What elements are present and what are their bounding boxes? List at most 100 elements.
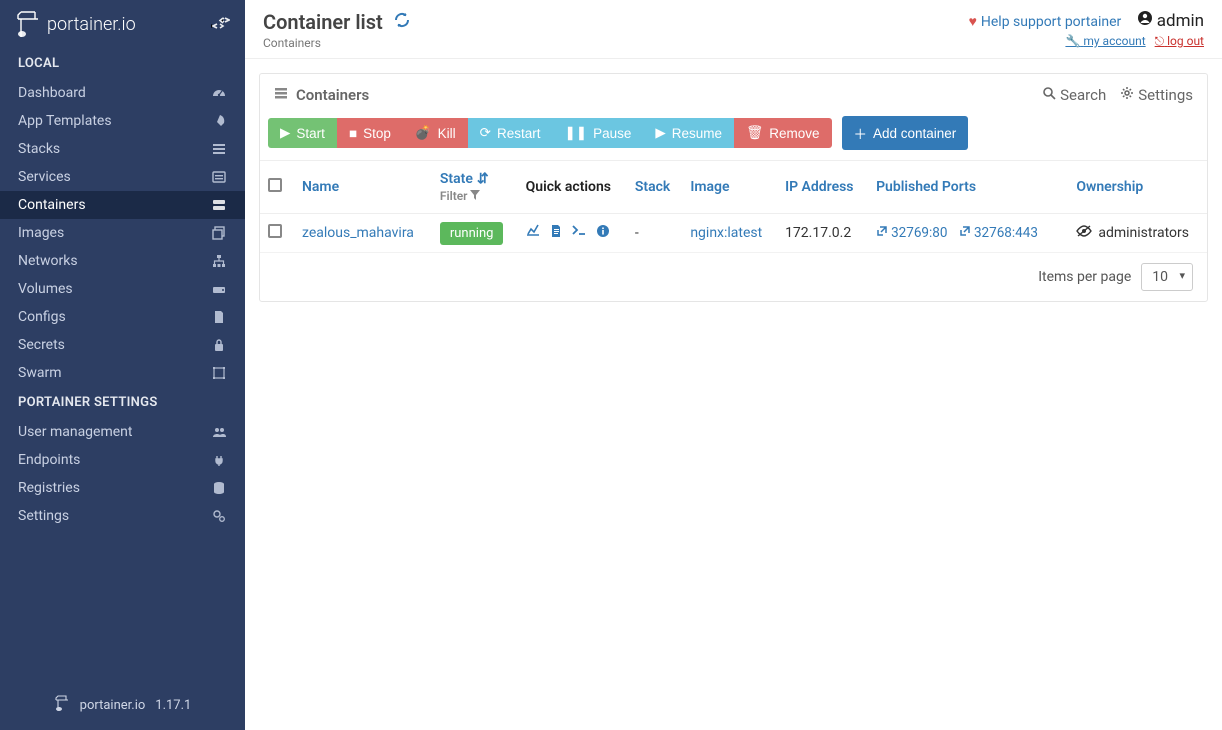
plus-icon: ＋ xyxy=(854,123,868,143)
logout-link[interactable]: ⎋ log out xyxy=(1155,34,1204,48)
ip-cell: 172.17.0.2 xyxy=(777,214,868,253)
sidebar-header: portainer.io xyxy=(0,0,245,48)
kill-button[interactable]: 💣Kill xyxy=(403,118,468,148)
header: Container list Containers ♥ Help support… xyxy=(245,0,1222,59)
col-ports[interactable]: Published Ports xyxy=(876,179,976,195)
pager: Items per page 10 xyxy=(260,253,1207,301)
owner-cell: administrators xyxy=(1076,225,1189,241)
refresh-icon[interactable] xyxy=(393,11,411,33)
support-link[interactable]: ♥ Help support portainer xyxy=(969,13,1122,30)
play-icon: ▶ xyxy=(280,125,290,141)
col-owner[interactable]: Ownership xyxy=(1076,179,1143,195)
filter-icon xyxy=(470,189,480,203)
bomb-icon: 💣 xyxy=(415,125,432,141)
sidebar-item-volumes[interactable]: Volumes xyxy=(0,275,245,303)
panel-icon xyxy=(274,86,288,104)
col-stack[interactable]: Stack xyxy=(635,179,670,195)
server-icon xyxy=(211,197,227,213)
sidebar-item-app-templates[interactable]: App Templates xyxy=(0,107,245,135)
stack-cell: - xyxy=(627,214,682,253)
sidebar-item-registries[interactable]: Registries xyxy=(0,474,245,502)
search-link[interactable]: Search xyxy=(1042,86,1106,104)
filter-link[interactable]: Filter xyxy=(440,189,510,203)
port-link[interactable]: 32769:80 xyxy=(876,225,947,241)
nav-local: Dashboard App Templates Stacks Services … xyxy=(0,79,245,387)
sidebar-item-networks[interactable]: Networks xyxy=(0,247,245,275)
external-link-icon xyxy=(876,225,888,241)
user-name: admin xyxy=(1157,11,1204,31)
user-block: admin xyxy=(1137,10,1204,31)
external-link-icon xyxy=(959,225,971,241)
footer-version: 1.17.1 xyxy=(155,698,191,713)
image-link[interactable]: nginx:latest xyxy=(690,225,762,241)
users-icon xyxy=(211,424,227,440)
logs-icon[interactable] xyxy=(550,224,562,242)
object-group-icon xyxy=(211,365,227,381)
start-button[interactable]: ▶Start xyxy=(268,118,337,148)
section-title-settings: PORTAINER SETTINGS xyxy=(0,387,245,418)
stop-button[interactable]: ■Stop xyxy=(337,118,403,148)
sidebar-item-configs[interactable]: Configs xyxy=(0,303,245,331)
pause-button[interactable]: ❚❚Pause xyxy=(553,118,644,148)
section-title-local: LOCAL xyxy=(0,48,245,79)
containers-panel: Containers Search Settings ▶Start ■Stop … xyxy=(259,73,1208,302)
user-icon xyxy=(1137,10,1153,31)
remove-button[interactable]: 🗑Remove xyxy=(734,118,831,148)
state-badge: running xyxy=(440,222,504,245)
sidebar-item-dashboard[interactable]: Dashboard xyxy=(0,79,245,107)
my-account-link[interactable]: 🔧 my account xyxy=(1065,34,1145,48)
plug-icon xyxy=(211,452,227,468)
sidebar-toggle-icon[interactable] xyxy=(209,15,230,33)
logo-text: portainer.io xyxy=(47,14,136,35)
row-checkbox[interactable] xyxy=(268,224,282,238)
breadcrumb: Containers xyxy=(263,36,411,50)
console-icon[interactable] xyxy=(572,224,586,242)
sidebar-item-secrets[interactable]: Secrets xyxy=(0,331,245,359)
sidebar: portainer.io LOCAL Dashboard App Templat… xyxy=(0,0,245,730)
pager-label: Items per page xyxy=(1038,269,1131,285)
add-container-button[interactable]: ＋Add container xyxy=(842,116,969,150)
list-icon xyxy=(211,141,227,157)
restart-button[interactable]: ⟳Restart xyxy=(468,118,553,148)
logo[interactable]: portainer.io xyxy=(15,10,136,38)
sort-icon: ⇵ xyxy=(477,171,489,187)
hdd-icon xyxy=(211,281,227,297)
trash-icon: 🗑 xyxy=(746,125,763,141)
lock-icon xyxy=(211,337,227,353)
clone-icon xyxy=(211,225,227,241)
port-link[interactable]: 32768:443 xyxy=(959,225,1038,241)
stop-icon: ■ xyxy=(349,126,357,141)
sidebar-item-user-management[interactable]: User management xyxy=(0,418,245,446)
pause-icon: ❚❚ xyxy=(565,125,588,141)
signout-icon: ⎋ xyxy=(1155,34,1165,48)
heart-icon: ♥ xyxy=(969,13,977,30)
panel-title: Containers xyxy=(296,86,369,104)
sidebar-item-images[interactable]: Images xyxy=(0,219,245,247)
col-state[interactable]: State ⇵ xyxy=(440,171,489,187)
refresh-icon: ⟳ xyxy=(480,125,491,141)
select-all-checkbox[interactable] xyxy=(268,178,282,192)
sidebar-item-swarm[interactable]: Swarm xyxy=(0,359,245,387)
nav-settings: User management Endpoints Registries Set… xyxy=(0,418,245,530)
stats-icon[interactable] xyxy=(526,224,540,242)
col-image[interactable]: Image xyxy=(690,179,729,195)
sidebar-item-settings[interactable]: Settings xyxy=(0,502,245,530)
col-ip[interactable]: IP Address xyxy=(785,179,853,195)
sidebar-item-stacks[interactable]: Stacks xyxy=(0,135,245,163)
inspect-icon[interactable] xyxy=(596,224,610,242)
tachometer-icon xyxy=(211,85,227,101)
container-name-link[interactable]: zealous_mahavira xyxy=(302,225,414,241)
sidebar-item-services[interactable]: Services xyxy=(0,163,245,191)
sitemap-icon xyxy=(211,253,227,269)
containers-table: Name State ⇵ Filter Quick actions Stack … xyxy=(260,160,1207,253)
items-per-page-select[interactable]: 10 xyxy=(1141,263,1193,291)
sidebar-item-containers[interactable]: Containers xyxy=(0,191,245,219)
table-row: zealous_mahavira running - xyxy=(260,214,1207,253)
col-name[interactable]: Name xyxy=(302,179,339,195)
sidebar-item-endpoints[interactable]: Endpoints xyxy=(0,446,245,474)
resume-button[interactable]: ▶Resume xyxy=(643,118,734,148)
file-icon xyxy=(211,309,227,325)
footer-logo-icon xyxy=(54,694,70,716)
logo-icon xyxy=(15,10,41,38)
settings-link[interactable]: Settings xyxy=(1120,86,1193,104)
